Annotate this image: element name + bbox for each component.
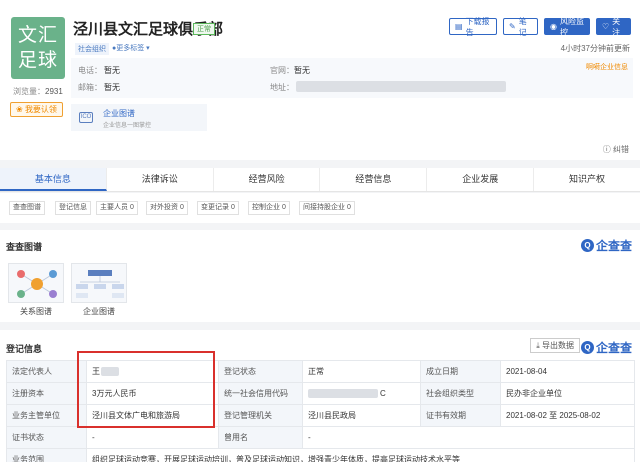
graph-icon: ICO bbox=[79, 112, 93, 123]
highlight-box bbox=[77, 351, 215, 428]
follow-button[interactable]: ♡ 关注 bbox=[596, 17, 631, 37]
table-row: 业务范围 组织足球运动竞赛，开展足球运动培训，普及足球运动知识，增强青少年体质，… bbox=[6, 448, 635, 462]
subtab-changes[interactable]: 变更记录 0 bbox=[197, 201, 239, 215]
qichacha-icon: Q bbox=[580, 341, 594, 354]
tab-risk[interactable]: 经营风险 bbox=[214, 168, 321, 191]
table-key: 社会组织类型 bbox=[420, 382, 501, 405]
phone-value: 暂无 bbox=[104, 66, 120, 75]
enterprise-graph-card[interactable]: ICO 企业图谱 企业信息一图掌控 bbox=[71, 104, 207, 131]
relation-graph-image bbox=[17, 270, 57, 298]
company-header: 文汇足球 浏览量：2931 ❀ 我要认领 泾川县文汇足球俱乐部 正常 社会组织 … bbox=[0, 0, 640, 160]
enterprise-graph-image bbox=[76, 270, 124, 298]
download-report-button[interactable]: ▤ 下载报告 bbox=[449, 17, 497, 37]
table-value: - bbox=[86, 426, 219, 449]
table-key: 成立日期 bbox=[420, 360, 501, 383]
more-tags-link[interactable]: ●更多标签 ▾ bbox=[112, 43, 150, 53]
table-value: 2021-08-02 至 2025-08-02 bbox=[500, 404, 635, 427]
tab-operations[interactable]: 经营信息 bbox=[320, 168, 428, 191]
heart-icon: ♡ bbox=[602, 22, 610, 31]
pencil-icon: ✎ bbox=[509, 22, 516, 31]
document-icon: ▤ bbox=[455, 22, 463, 31]
enterprise-graph-subtitle: 企业信息一图掌控 bbox=[103, 123, 152, 129]
subtab-indirect[interactable]: 间接持股企业 0 bbox=[299, 201, 355, 215]
table-key: 业务范围 bbox=[6, 448, 87, 462]
table-row: 证书状态 - 曾用名 - bbox=[6, 426, 635, 449]
website-value: 暂无 bbox=[294, 66, 310, 75]
monitor-icon: ◉ bbox=[550, 22, 557, 31]
table-key: 登记管理机关 bbox=[218, 404, 303, 427]
tab-development[interactable]: 企业发展 bbox=[427, 168, 535, 191]
table-value: 民办非企业单位 bbox=[500, 382, 635, 405]
table-key: 注册资本 bbox=[6, 382, 87, 405]
notes-button[interactable]: ✎ 笔记 bbox=[503, 17, 538, 37]
table-value: 泾川县民政局 bbox=[302, 404, 421, 427]
status-badge: 正常 bbox=[193, 23, 215, 35]
feedback-icon: ⓘ bbox=[602, 145, 613, 154]
tab-basic-info[interactable]: 基本信息 bbox=[0, 168, 107, 191]
tab-legal[interactable]: 法律诉讼 bbox=[107, 168, 214, 191]
table-key: 统一社会信用代码 bbox=[218, 382, 303, 405]
table-key: 法定代表人 bbox=[6, 360, 87, 383]
subtab-controlled[interactable]: 控制企业 0 bbox=[248, 201, 290, 215]
feedback-link[interactable]: ⓘ 纠错 bbox=[603, 144, 629, 155]
website-label: 官网： bbox=[270, 66, 294, 75]
graph-section-title: 查查图谱 bbox=[6, 242, 43, 252]
credit-code-value: C bbox=[302, 382, 421, 405]
graph-section: 查查图谱 Q 企查查 关系图谱 企业图谱 bbox=[0, 230, 640, 322]
tag-social-org[interactable]: 社会组织 bbox=[75, 43, 109, 55]
credit-code-redacted bbox=[308, 389, 378, 399]
table-value: 2021-08-04 bbox=[500, 360, 635, 383]
table-value: - bbox=[302, 426, 635, 449]
subtab-investment[interactable]: 对外投资 0 bbox=[146, 201, 188, 215]
export-button[interactable]: ⤓ 导出数据 bbox=[530, 338, 580, 353]
risk-monitor-button[interactable]: ◉ 风险监控 bbox=[544, 17, 590, 37]
phone-label: 电话： bbox=[78, 66, 102, 75]
subtab-graph[interactable]: 查查图谱 bbox=[9, 201, 45, 215]
updated-time: 4小时37分钟前更新 bbox=[560, 44, 630, 53]
main-tabs: 基本信息 法律诉讼 经营风险 经营信息 企业发展 知识产权 bbox=[0, 168, 640, 192]
qichacha-logo: Q 企查查 bbox=[580, 237, 632, 254]
registration-title: 登记信息 bbox=[6, 344, 43, 354]
relation-graph-thumbnail[interactable] bbox=[8, 263, 64, 303]
address-label: 地址： bbox=[270, 83, 294, 92]
enterprise-graph-label[interactable]: 企业图谱 bbox=[71, 306, 127, 317]
qichacha-logo-2: Q 企查查 bbox=[580, 339, 632, 356]
table-key: 证书有效期 bbox=[420, 404, 501, 427]
sub-tabs: 查查图谱 登记信息 主要人员 0 对外投资 0 变更记录 0 控制企业 0 间接… bbox=[0, 193, 640, 223]
company-logo: 文汇足球 bbox=[11, 17, 65, 79]
table-key: 曾用名 bbox=[218, 426, 303, 449]
relation-graph-label[interactable]: 关系图谱 bbox=[8, 306, 64, 317]
claim-button[interactable]: ❀ 我要认领 bbox=[10, 102, 63, 117]
table-value: 正常 bbox=[302, 360, 421, 383]
email-label: 邮箱： bbox=[78, 83, 102, 92]
enterprise-graph-title[interactable]: 企业图谱 bbox=[103, 108, 135, 119]
qichacha-icon: Q bbox=[580, 239, 594, 252]
claim-icon: ❀ bbox=[16, 105, 25, 114]
table-key: 证书状态 bbox=[6, 426, 87, 449]
enterprise-graph-thumbnail[interactable] bbox=[71, 263, 127, 303]
contact-info: 电话： 暂无 邮箱： 暂无 官网： 暂无 地址： bbox=[71, 58, 633, 98]
email-value: 暂无 bbox=[104, 83, 120, 92]
table-value: 组织足球运动竞赛，开展足球运动培训，普及足球运动知识，增强青少年体质，提高足球运… bbox=[86, 448, 635, 462]
table-key: 业务主管单位 bbox=[6, 404, 87, 427]
table-key: 登记状态 bbox=[218, 360, 303, 383]
subtab-registration[interactable]: 登记信息 bbox=[55, 201, 91, 215]
tab-ip[interactable]: 知识产权 bbox=[534, 168, 640, 191]
watermark: 啊嗬企业信息 bbox=[586, 64, 628, 71]
view-count: 浏览量：2931 bbox=[13, 87, 63, 96]
address-redacted bbox=[296, 81, 506, 92]
subtab-personnel[interactable]: 主要人员 0 bbox=[96, 201, 138, 215]
